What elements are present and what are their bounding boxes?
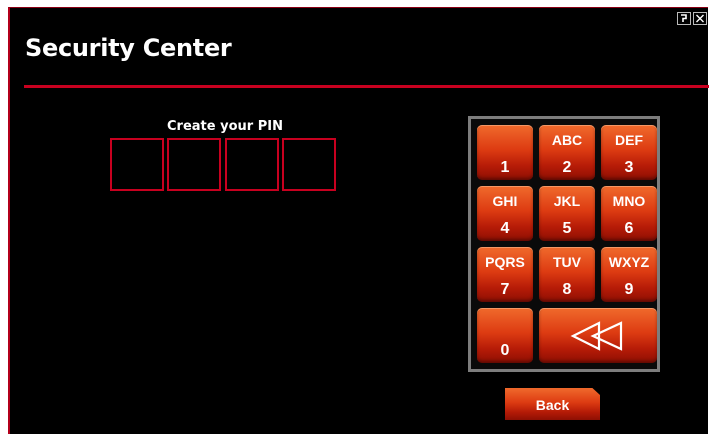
backspace-button[interactable]: [539, 308, 657, 363]
key-4[interactable]: GHI 4: [477, 186, 533, 241]
key-5-letters: JKL: [553, 193, 581, 209]
key-6-letters: MNO: [612, 193, 646, 209]
close-icon[interactable]: [693, 12, 707, 25]
key-9-letters: WXYZ: [608, 254, 650, 270]
key-7-letters: PQRS: [485, 254, 525, 270]
back-button[interactable]: Back: [505, 388, 600, 420]
key-8-letters: TUV: [553, 254, 581, 270]
key-2-digit: 2: [562, 159, 572, 176]
key-8[interactable]: TUV 8: [539, 247, 595, 302]
help-icon[interactable]: [677, 12, 691, 25]
key-9[interactable]: WXYZ 9: [601, 247, 657, 302]
key-2-letters: ABC: [551, 132, 583, 148]
key-5-digit: 5: [562, 220, 572, 237]
pin-digit-box-2: [167, 138, 221, 191]
key-9-digit: 9: [624, 281, 634, 298]
key-7[interactable]: PQRS 7: [477, 247, 533, 302]
key-8-digit: 8: [562, 281, 572, 298]
key-3[interactable]: DEF 3: [601, 125, 657, 180]
key-1-digit: 1: [500, 159, 510, 176]
key-5[interactable]: JKL 5: [539, 186, 595, 241]
keypad: 1 ABC 2 DEF 3 GHI 4 JKL 5 MNO 6 PQRS 7 T…: [468, 116, 660, 372]
key-6-digit: 6: [624, 220, 634, 237]
key-3-letters: DEF: [615, 132, 643, 148]
key-6[interactable]: MNO 6: [601, 186, 657, 241]
title-divider: [24, 85, 709, 88]
pin-digit-box-3: [225, 138, 279, 191]
key-1[interactable]: 1: [477, 125, 533, 180]
key-3-digit: 3: [624, 159, 634, 176]
key-2[interactable]: ABC 2: [539, 125, 595, 180]
key-0-digit: 0: [500, 342, 510, 359]
pin-label: Create your PIN: [167, 119, 283, 134]
key-0[interactable]: 0: [477, 308, 533, 363]
pin-digit-box-1: [110, 138, 164, 191]
page-title: Security Center: [25, 34, 232, 62]
key-7-digit: 7: [500, 281, 510, 298]
key-4-digit: 4: [500, 220, 510, 237]
double-left-arrow-icon: [570, 321, 623, 351]
key-4-letters: GHI: [492, 193, 518, 209]
pin-digit-box-4: [282, 138, 336, 191]
security-center-window: Security Center Create your PIN 1 ABC 2 …: [8, 7, 709, 434]
